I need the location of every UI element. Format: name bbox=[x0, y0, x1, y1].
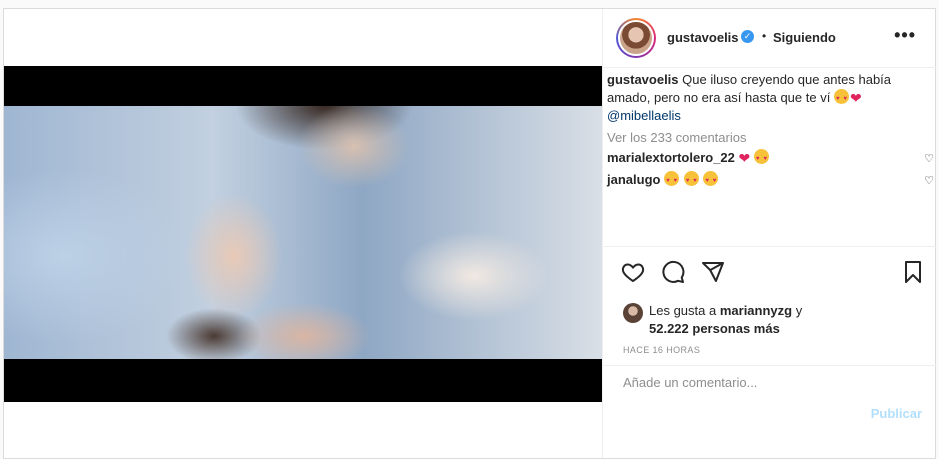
post-actions bbox=[603, 250, 936, 294]
more-options-icon[interactable]: ••• bbox=[894, 25, 916, 46]
comment-username[interactable]: janalugo bbox=[607, 172, 660, 187]
instagram-post: gustavoelis ✓ • Siguiendo ••• gustavoeli… bbox=[3, 8, 936, 459]
red-heart-emoji-icon: ❤ bbox=[738, 150, 751, 166]
author-username[interactable]: gustavoelis bbox=[667, 30, 739, 45]
paper-plane-icon[interactable] bbox=[701, 260, 725, 284]
post-caption: gustavoelis Que iluso creyendo que antes… bbox=[607, 71, 932, 125]
caption-username[interactable]: gustavoelis bbox=[607, 72, 679, 87]
divider bbox=[603, 67, 936, 68]
comments-section: gustavoelis Que iluso creyendo que antes… bbox=[607, 71, 934, 190]
post-sidebar: gustavoelis ✓ • Siguiendo ••• gustavoeli… bbox=[602, 9, 936, 458]
video-player[interactable] bbox=[4, 66, 602, 402]
comment-item: marialextortolero_22 ❤ ♡ bbox=[607, 149, 934, 168]
heart-eyes-emoji-icon bbox=[664, 171, 680, 190]
divider bbox=[603, 246, 936, 247]
likes-prefix: Les gusta a bbox=[649, 303, 717, 318]
liked-by-username[interactable]: mariannyzg bbox=[720, 303, 792, 318]
divider bbox=[603, 365, 936, 366]
verified-badge-icon: ✓ bbox=[741, 30, 754, 43]
comment-input[interactable]: Añade un comentario... bbox=[623, 375, 757, 390]
post-header: gustavoelis ✓ • Siguiendo ••• bbox=[603, 9, 936, 67]
caption-mention[interactable]: @mibellaelis bbox=[607, 108, 681, 123]
heart-eyes-emoji-icon bbox=[703, 171, 719, 190]
avatar-image bbox=[618, 20, 654, 56]
likes-count-link[interactable]: 52.222 personas más bbox=[649, 321, 780, 336]
post-media bbox=[4, 9, 602, 458]
heart-eyes-emoji-icon bbox=[683, 171, 699, 190]
red-heart-emoji-icon: ❤ bbox=[849, 90, 862, 106]
following-button[interactable]: Siguiendo bbox=[773, 30, 836, 45]
heart-outline-icon[interactable] bbox=[621, 260, 645, 284]
view-all-comments-link[interactable]: Ver los 233 comentarios bbox=[607, 130, 932, 145]
separator-dot: • bbox=[762, 29, 767, 43]
comment-like-heart-icon[interactable]: ♡ bbox=[924, 150, 934, 168]
comment-item: janalugo ♡ bbox=[607, 171, 934, 190]
liker-avatar[interactable] bbox=[623, 303, 643, 323]
video-frame-image bbox=[4, 106, 602, 359]
comment-username[interactable]: marialextortolero_22 bbox=[607, 150, 735, 165]
author-avatar[interactable] bbox=[616, 18, 656, 58]
bookmark-icon[interactable] bbox=[901, 260, 925, 284]
heart-eyes-emoji-icon bbox=[753, 149, 769, 168]
likes-text: Les gusta a mariannyzg y 52.222 personas… bbox=[649, 302, 802, 338]
post-timestamp[interactable]: HACE 16 HORAS bbox=[623, 345, 700, 355]
comment-like-heart-icon[interactable]: ♡ bbox=[924, 172, 934, 190]
speech-bubble-icon[interactable] bbox=[661, 260, 685, 284]
likes-conjunction: y bbox=[795, 303, 803, 318]
heart-eyes-emoji-icon bbox=[833, 89, 849, 108]
publish-button[interactable]: Publicar bbox=[871, 406, 922, 421]
